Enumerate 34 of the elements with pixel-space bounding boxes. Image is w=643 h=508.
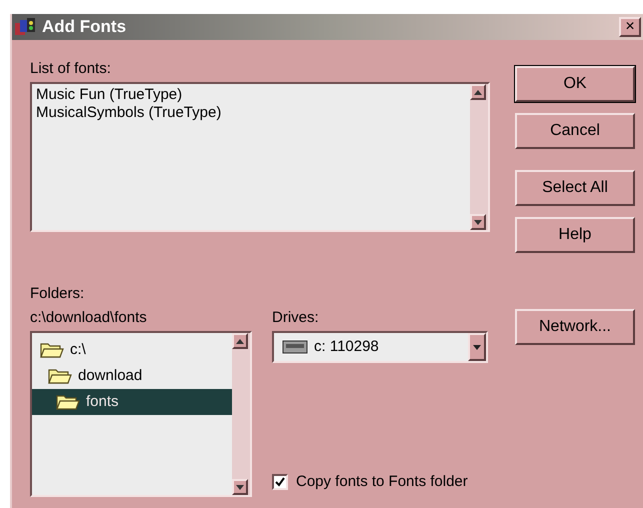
checkmark-icon <box>275 476 285 487</box>
scroll-down-icon[interactable] <box>470 214 486 230</box>
fonts-list-label: List of fonts: <box>30 59 112 79</box>
drives-dropdown[interactable]: c: 110298 <box>272 331 488 363</box>
close-button[interactable]: × <box>619 17 641 37</box>
folders-label: Folders: <box>30 284 86 304</box>
font-item[interactable]: Music Fun (TrueType) <box>36 86 470 104</box>
fonts-list[interactable]: Music Fun (TrueType) MusicalSymbols (TrueType) <box>30 82 490 232</box>
font-item[interactable]: MusicalSymbols (TrueType) <box>36 104 470 122</box>
window-title: Add Fonts <box>42 16 126 38</box>
copy-fonts-checkbox[interactable]: Copy fonts to Fonts folder <box>272 470 488 493</box>
folder-item[interactable]: download <box>32 363 232 389</box>
folder-icon <box>56 393 80 411</box>
folder-tree[interactable]: c:\ download fonts <box>30 331 252 497</box>
dialog-button[interactable]: Help <box>515 217 635 253</box>
scroll-up-icon[interactable] <box>232 333 248 349</box>
network-button[interactable]: Network... <box>515 309 635 345</box>
folder-icon <box>40 341 64 359</box>
dropdown-caret-icon <box>473 344 481 350</box>
dialog-button[interactable]: OK <box>515 66 635 102</box>
folder-item[interactable]: c:\ <box>32 337 232 363</box>
folder-path: c:\download\fonts <box>30 308 148 328</box>
scroll-down-icon[interactable] <box>232 479 248 495</box>
scrollbar[interactable] <box>232 333 250 495</box>
dialog-button[interactable]: Select All <box>515 170 635 206</box>
folder-item[interactable]: fonts <box>32 389 232 415</box>
dialog-button[interactable]: Cancel <box>515 113 635 149</box>
scrollbar[interactable] <box>470 84 488 230</box>
scroll-up-icon[interactable] <box>470 84 486 100</box>
app-icon <box>14 17 38 37</box>
folder-icon <box>48 367 72 385</box>
drive-icon <box>282 340 308 354</box>
drives-label: Drives: <box>272 308 320 328</box>
checkbox[interactable] <box>272 474 288 490</box>
